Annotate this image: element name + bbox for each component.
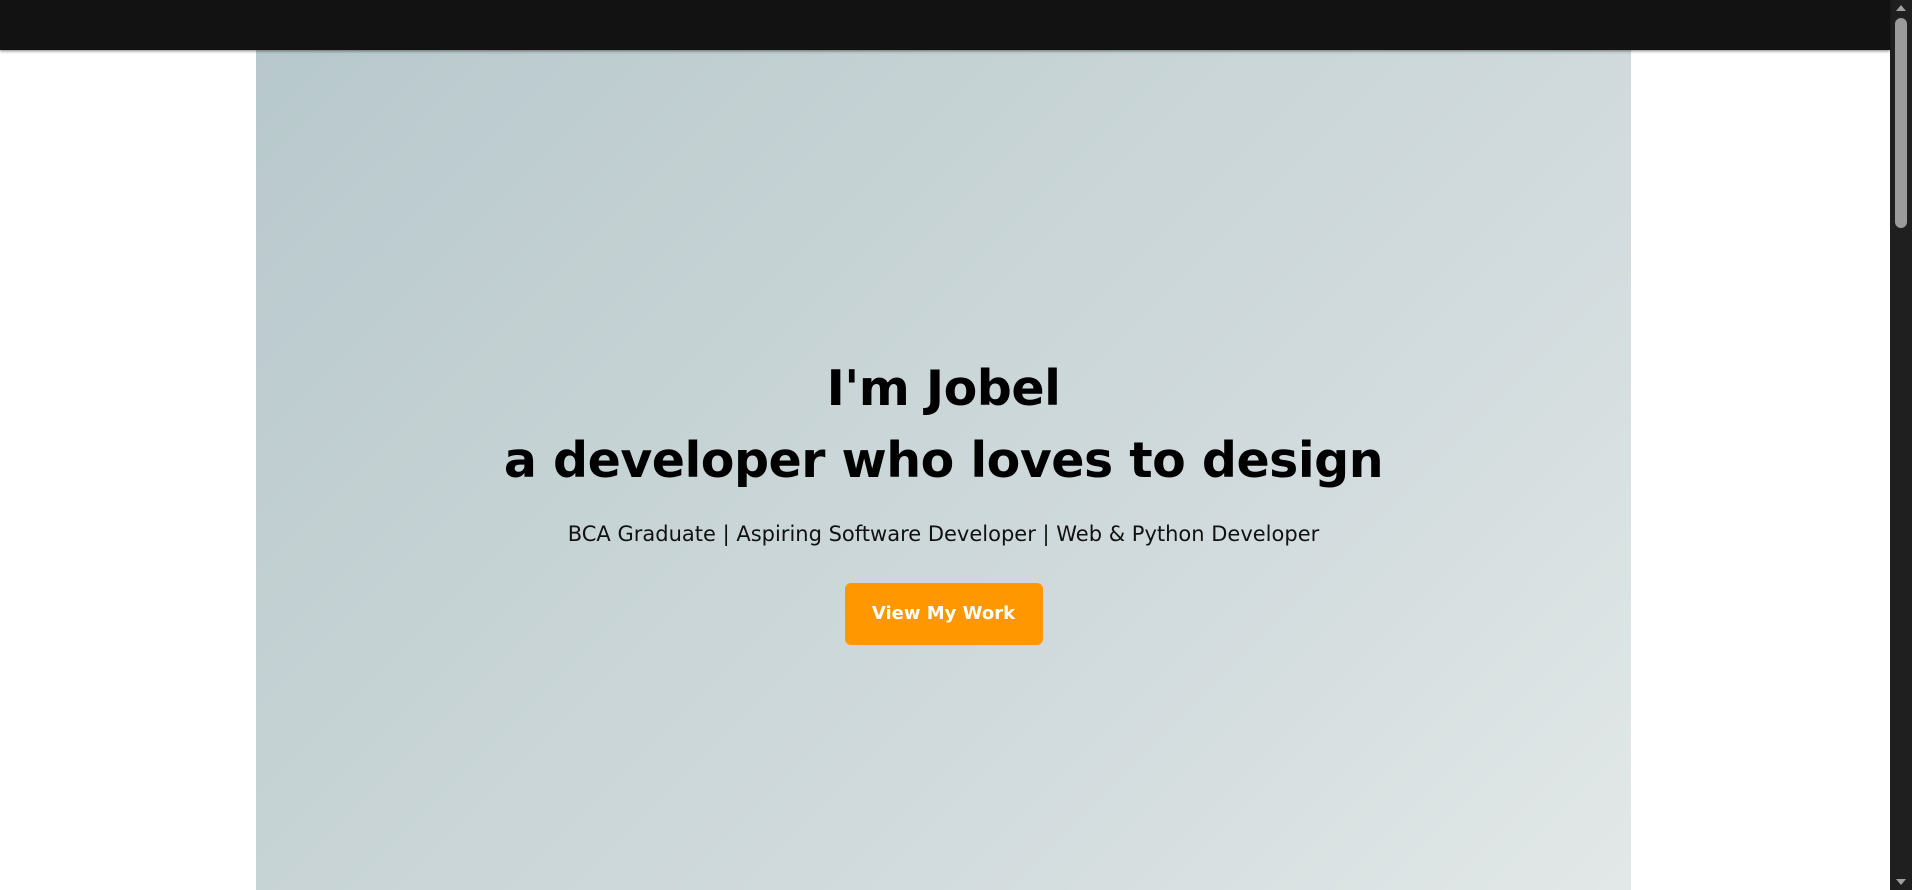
hero-subtitle: BCA Graduate | Aspiring Software Develop… [567, 522, 1320, 546]
scroll-down-arrow-icon[interactable] [1896, 879, 1906, 885]
hero-title-line-1: I'm Jobel [826, 360, 1061, 417]
scrollbar-thumb[interactable] [1895, 18, 1907, 228]
view-my-work-button[interactable]: View My Work [844, 583, 1043, 645]
vertical-scrollbar[interactable] [1890, 0, 1912, 890]
page: I'm Jobel a developer who loves to desig… [0, 0, 1890, 890]
hero-content: I'm Jobel a developer who loves to desig… [256, 353, 1631, 645]
hero-title: I'm Jobel a developer who loves to desig… [256, 353, 1631, 497]
scroll-up-arrow-icon[interactable] [1896, 5, 1906, 11]
hero-section: I'm Jobel a developer who loves to desig… [256, 50, 1631, 890]
hero-title-line-2: a developer who loves to design [503, 432, 1384, 489]
top-navigation-bar [0, 0, 1890, 50]
